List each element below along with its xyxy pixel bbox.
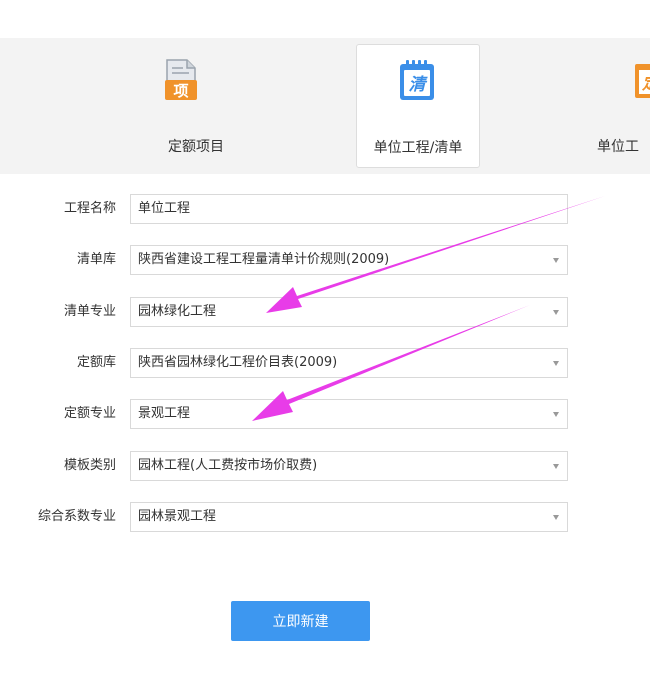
calendar-icon: 清 <box>399 59 435 103</box>
list-specialty-label: 清单专业 <box>63 304 116 319</box>
list-specialty-select[interactable]: 园林绿化工程 <box>130 297 568 327</box>
coefficient-specialty-select[interactable]: 园林景观工程 <box>130 502 568 532</box>
chevron-down-icon <box>553 412 559 417</box>
row-coefficient-specialty: 综合系数专业 园林景观工程 <box>0 502 650 532</box>
tab-quota-item[interactable]: 项 定额项目 <box>130 44 262 168</box>
chevron-down-icon <box>553 310 559 315</box>
project-name-input[interactable]: 单位工程 <box>130 194 568 224</box>
create-now-button[interactable]: 立即新建 <box>231 601 370 641</box>
row-list-library: 清单库 陕西省建设工程工程量清单计价规则(2009) <box>0 245 650 275</box>
icon-glyph: 项 <box>173 82 188 100</box>
tab-unit-project-partial[interactable]: 定 单位工 <box>587 44 650 168</box>
icon-glyph: 定 <box>641 74 650 93</box>
chevron-down-icon <box>553 515 559 520</box>
row-project-name: 工程名称 单位工程 <box>0 194 650 224</box>
template-type-label: 模板类别 <box>63 458 116 473</box>
row-quota-specialty: 定额专业 景观工程 <box>0 399 650 429</box>
template-type-value: 园林工程(人工费按市场价取费) <box>138 458 318 473</box>
coefficient-specialty-value: 园林景观工程 <box>138 509 217 524</box>
row-template-type: 模板类别 园林工程(人工费按市场价取费) <box>0 451 650 481</box>
project-name-value: 单位工程 <box>138 201 191 216</box>
list-library-value: 陕西省建设工程工程量清单计价规则(2009) <box>138 252 390 267</box>
coefficient-specialty-label: 综合系数专业 <box>37 509 116 524</box>
row-quota-library: 定额库 陕西省园林绿化工程价目表(2009) <box>0 348 650 378</box>
list-library-select[interactable]: 陕西省建设工程工程量清单计价规则(2009) <box>130 245 568 275</box>
document-icon: 项 <box>163 58 199 102</box>
quota-library-value: 陕西省园林绿化工程价目表(2009) <box>138 355 338 370</box>
quota-specialty-value: 景观工程 <box>138 406 191 421</box>
tab-label: 单位工 <box>597 139 639 155</box>
project-name-label: 工程名称 <box>63 201 116 216</box>
quota-specialty-label: 定额专业 <box>63 406 116 421</box>
row-list-specialty: 清单专业 园林绿化工程 <box>0 297 650 327</box>
list-library-label: 清单库 <box>76 252 116 267</box>
tab-unit-project-list[interactable]: 清 单位工程/清单 <box>356 44 480 168</box>
quota-library-select[interactable]: 陕西省园林绿化工程价目表(2009) <box>130 348 568 378</box>
quota-library-label: 定额库 <box>76 355 116 370</box>
chevron-down-icon <box>553 361 559 366</box>
chevron-down-icon <box>553 464 559 469</box>
template-type-select[interactable]: 园林工程(人工费按市场价取费) <box>130 451 568 481</box>
toolbar-band <box>0 38 650 174</box>
document-icon: 定 <box>633 58 650 102</box>
tab-label: 单位工程/清单 <box>373 140 463 156</box>
quota-specialty-select[interactable]: 景观工程 <box>130 399 568 429</box>
chevron-down-icon <box>553 258 559 263</box>
list-specialty-value: 园林绿化工程 <box>138 304 217 319</box>
tab-label: 定额项目 <box>168 139 224 155</box>
